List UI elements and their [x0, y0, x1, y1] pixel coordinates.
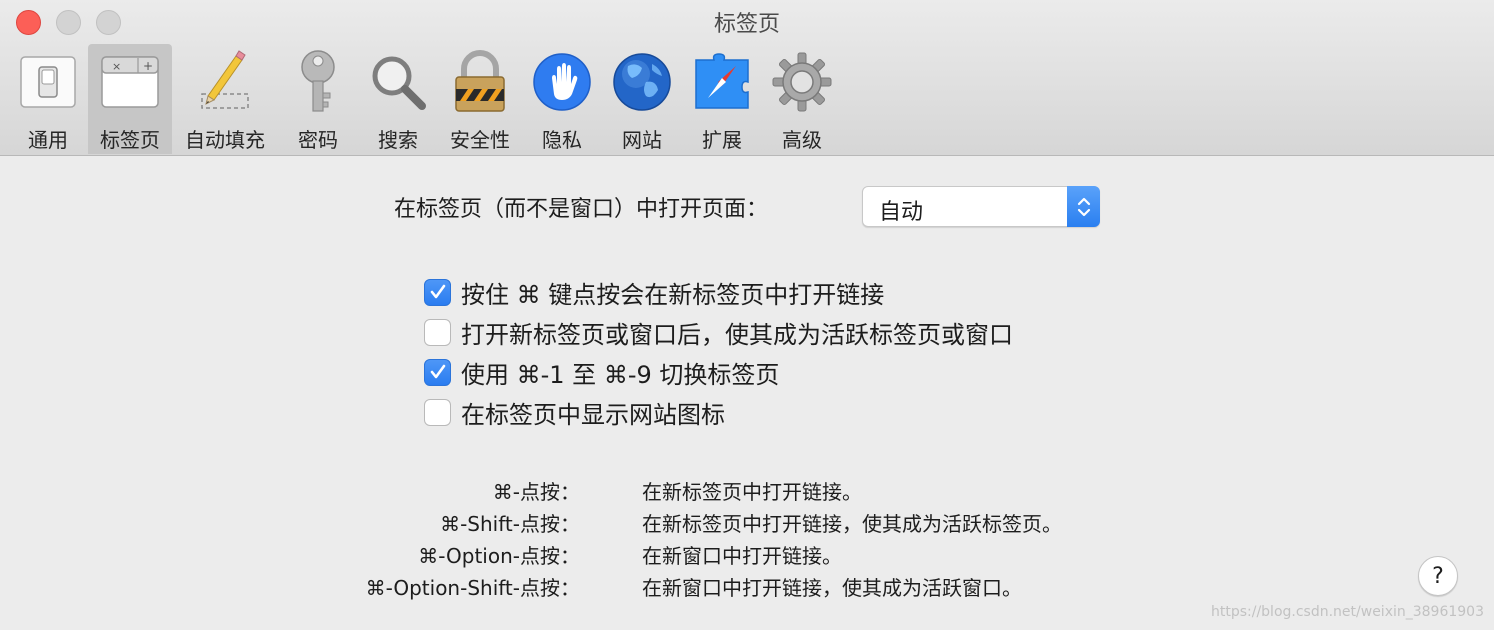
padlock-icon [455, 50, 505, 112]
tab-tabs[interactable]: × + 标签页 [88, 44, 172, 154]
svg-text:+: + [143, 59, 153, 73]
svg-text:×: × [112, 60, 121, 73]
cmd-click-option[interactable]: 按住 ⌘ 键点按会在新标签页中打开链接 [424, 272, 1013, 312]
tab-label: 密码 [298, 128, 338, 152]
checkbox[interactable] [424, 398, 451, 426]
shortcut-legend: ⌘-点按： 在新标签页中打开链接。 ⌘-Shift-点按： 在新标签页中打开链接… [360, 474, 1160, 602]
updown-chevron-icon [1077, 197, 1090, 216]
shortcut-row: ⌘-点按： 在新标签页中打开链接。 [360, 474, 1160, 506]
tab-label: 扩展 [702, 128, 742, 152]
tab-advanced[interactable]: 高级 [762, 44, 842, 154]
preference-tabs: 通用 × + 标签页 自动填充 密码 搜索 安全性 隐私 网站 扩展 高级 [8, 44, 842, 154]
shortcut-desc: 在新标签页中打开链接。 [642, 480, 862, 504]
shortcut-key: ⌘-Option-点按： [418, 544, 580, 568]
shortcut-row: ⌘-Option-点按： 在新窗口中打开链接。 [360, 538, 1160, 570]
tab-autofill[interactable]: 自动填充 [172, 44, 278, 154]
window-title: 标签页 [713, 12, 780, 37]
watermark: https://blog.csdn.net/weixin_38961903 [1210, 604, 1484, 620]
hand-icon [533, 53, 591, 111]
tab-label: 通用 [28, 128, 68, 152]
checkmark-icon [430, 364, 445, 379]
tabs-icon: × + [101, 56, 159, 108]
globe-icon [613, 53, 671, 111]
key-icon [301, 50, 335, 112]
checkbox-label: 在标签页中显示网站图标 [461, 400, 725, 429]
tab-privacy[interactable]: 隐私 [522, 44, 602, 154]
tab-label: 自动填充 [185, 128, 265, 152]
make-active-option[interactable]: 打开新标签页或窗口后，使其成为活跃标签页或窗口 [424, 312, 1013, 352]
help-button[interactable]: ? [1418, 556, 1458, 596]
tab-passwords[interactable]: 密码 [278, 44, 358, 154]
options-list: 按住 ⌘ 键点按会在新标签页中打开链接 打开新标签页或窗口后，使其成为活跃标签页… [424, 272, 1013, 432]
shortcut-key: ⌘-点按： [492, 480, 580, 504]
tab-websites[interactable]: 网站 [602, 44, 682, 154]
shortcut-key: ⌘-Option-Shift-点按： [365, 576, 580, 600]
tab-label: 搜索 [378, 128, 418, 152]
pencil-icon [201, 50, 249, 109]
checkbox[interactable] [424, 358, 451, 386]
extension-icon [695, 53, 749, 109]
tab-security[interactable]: 安全性 [438, 44, 522, 154]
checkbox-label: 使用 ⌘-1 至 ⌘-9 切换标签页 [461, 360, 780, 389]
checkbox[interactable] [424, 278, 451, 306]
preferences-window: 标签页 通用 × + 标签页 自动填充 密码 搜索 安全性 隐私 网站 扩展 高… [0, 0, 1494, 630]
shortcut-desc: 在新窗口中打开链接。 [642, 544, 842, 568]
checkbox-label: 打开新标签页或窗口后，使其成为活跃标签页或窗口 [461, 320, 1013, 349]
tab-extensions[interactable]: 扩展 [682, 44, 762, 154]
checkbox[interactable] [424, 318, 451, 346]
tab-label: 标签页 [100, 128, 160, 152]
open-pages-select[interactable]: 自动 [862, 186, 1100, 227]
shortcut-key: ⌘-Shift-点按： [440, 512, 580, 536]
shortcut-row: ⌘-Shift-点按： 在新标签页中打开链接，使其成为活跃标签页。 [360, 506, 1160, 538]
cmd-number-option[interactable]: 使用 ⌘-1 至 ⌘-9 切换标签页 [424, 352, 1013, 392]
tab-label: 网站 [622, 128, 662, 152]
open-pages-row: 在标签页（而不是窗口）中打开页面： [394, 186, 768, 228]
select-stepper[interactable] [1067, 186, 1100, 227]
tab-label: 隐私 [542, 128, 582, 152]
tab-search[interactable]: 搜索 [358, 44, 438, 154]
switch-icon [20, 56, 76, 108]
show-icons-option[interactable]: 在标签页中显示网站图标 [424, 392, 1013, 432]
gear-icon [772, 52, 832, 112]
tab-label: 高级 [782, 128, 822, 152]
shortcut-row: ⌘-Option-Shift-点按： 在新窗口中打开链接，使其成为活跃窗口。 [360, 570, 1160, 602]
tab-general[interactable]: 通用 [8, 44, 88, 154]
tab-label: 安全性 [450, 128, 510, 152]
shortcut-desc: 在新标签页中打开链接，使其成为活跃标签页。 [642, 512, 1062, 536]
checkbox-label: 按住 ⌘ 键点按会在新标签页中打开链接 [461, 280, 885, 309]
open-pages-label: 在标签页（而不是窗口）中打开页面： [394, 197, 769, 222]
select-value: 自动 [879, 200, 924, 225]
toolbar: 标签页 通用 × + 标签页 自动填充 密码 搜索 安全性 隐私 网站 扩展 高… [0, 0, 1494, 156]
shortcut-desc: 在新窗口中打开链接，使其成为活跃窗口。 [642, 576, 1022, 600]
checkmark-icon [430, 284, 445, 299]
magnifier-icon [372, 56, 426, 110]
